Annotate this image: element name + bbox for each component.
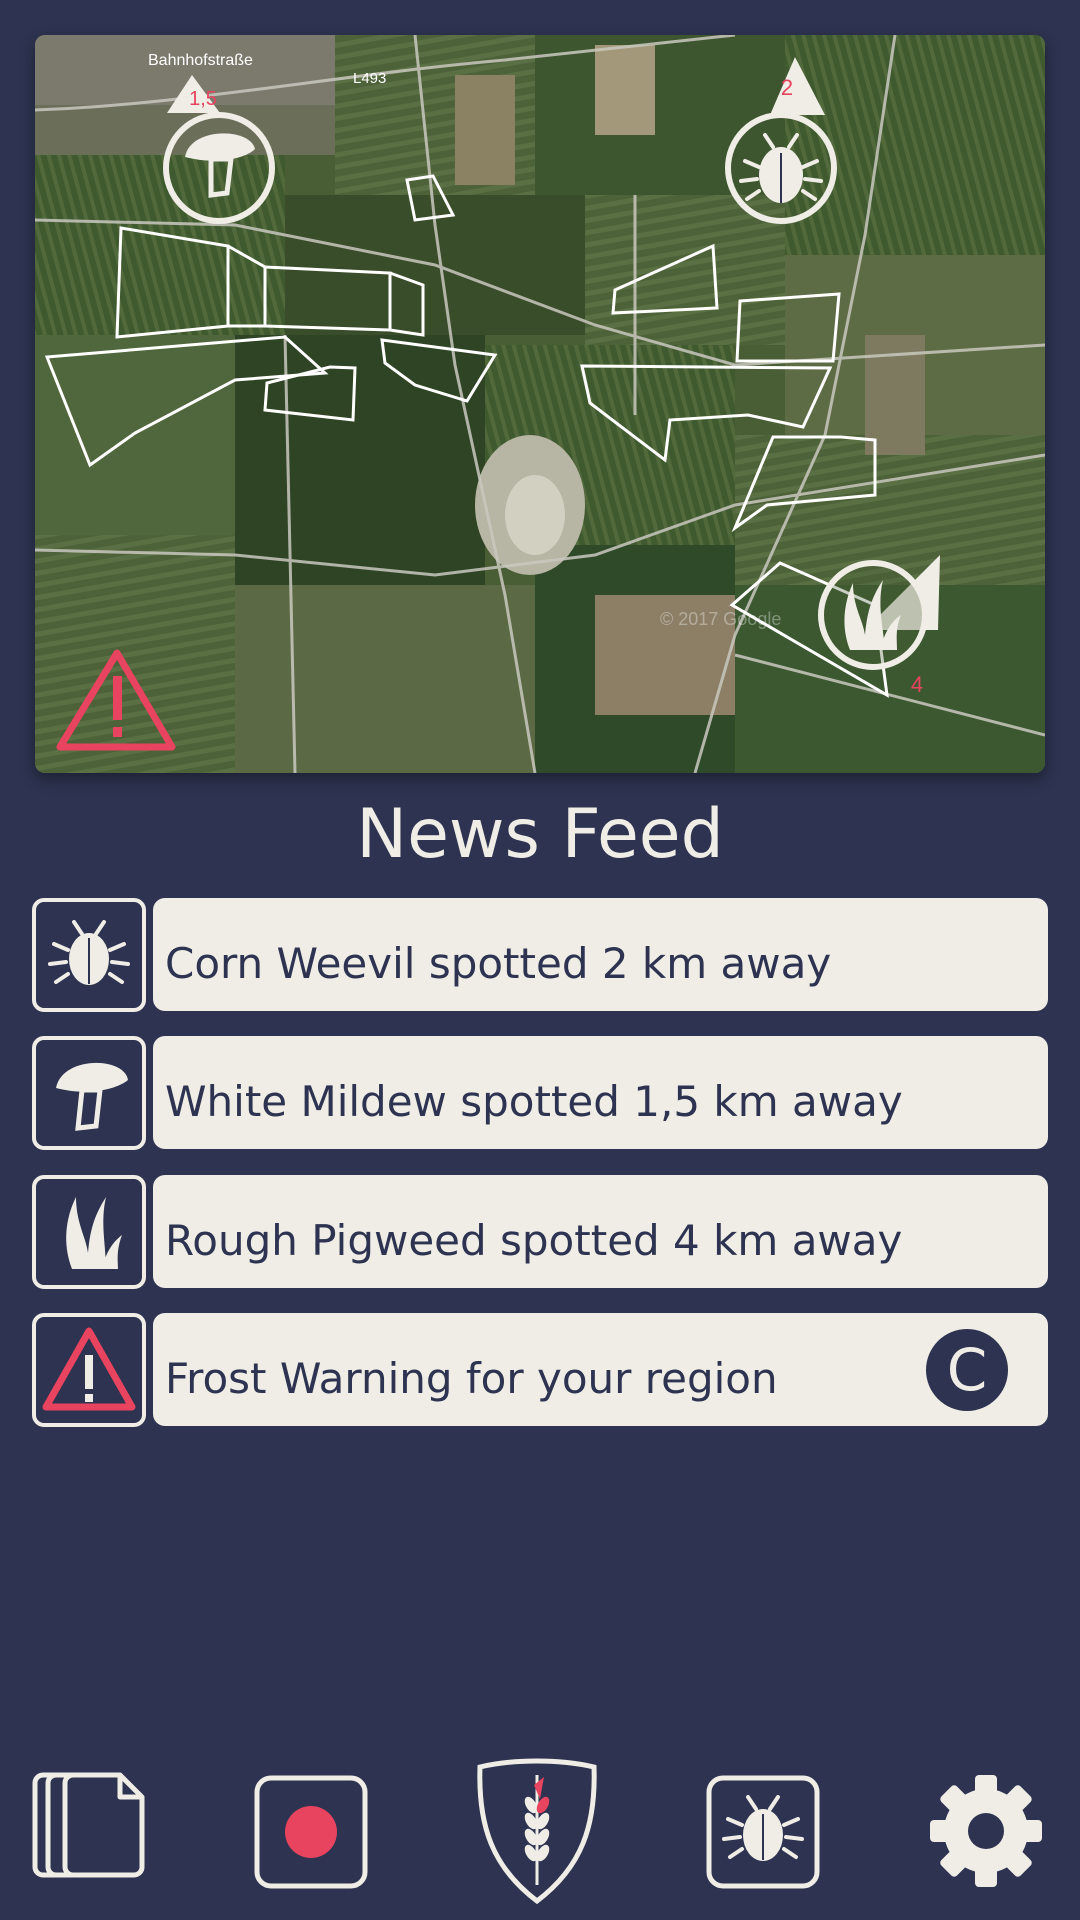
close-badge[interactable]: C [926,1329,1008,1411]
news-card[interactable]: Rough Pigweed spotted 4 km away [153,1175,1048,1288]
documents-icon [32,1772,145,1878]
news-text: Rough Pigweed spotted 4 km away [165,1216,903,1265]
warning-icon [32,1313,146,1427]
home-button[interactable] [474,1755,600,1909]
wheat-shield-icon [477,1758,597,1905]
street-label: Bahnhofstraße [148,52,253,69]
fungus-icon [32,1036,146,1150]
record-button[interactable] [254,1755,368,1893]
news-item[interactable]: Corn Weevil spotted 2 km away [32,898,1048,1012]
news-item[interactable]: Rough Pigweed spotted 4 km away [32,1175,1048,1289]
pests-button[interactable] [706,1755,820,1893]
news-card[interactable]: White Mildew spotted 1,5 km away [153,1036,1048,1149]
street-label: L493 [353,70,386,87]
settings-button[interactable] [928,1755,1044,1893]
news-item[interactable]: White Mildew spotted 1,5 km away [32,1036,1048,1150]
marker-distance: 1,5 [189,88,217,110]
news-text: White Mildew spotted 1,5 km away [165,1077,903,1126]
field-map[interactable]: Bahnhofstraße L493 © 2017 Google 1,5 2 4 [35,35,1045,773]
marker-distance: 4 [911,672,923,697]
map-copyright: © 2017 Google [660,609,781,629]
bug-icon [32,898,146,1012]
documents-button[interactable] [30,1755,150,1889]
news-feed-title: News Feed [356,795,724,874]
news-item[interactable]: Frost Warning for your region C [32,1313,1048,1427]
news-card[interactable]: Corn Weevil spotted 2 km away [153,898,1048,1011]
weed-icon [32,1175,146,1289]
marker-distance: 2 [781,75,793,100]
record-icon [254,1775,368,1889]
news-text: Corn Weevil spotted 2 km away [165,939,832,988]
gear-icon [930,1775,1042,1887]
news-card[interactable]: Frost Warning for your region C [153,1313,1048,1426]
bug-icon [706,1775,820,1889]
news-text: Frost Warning for your region [165,1354,778,1403]
